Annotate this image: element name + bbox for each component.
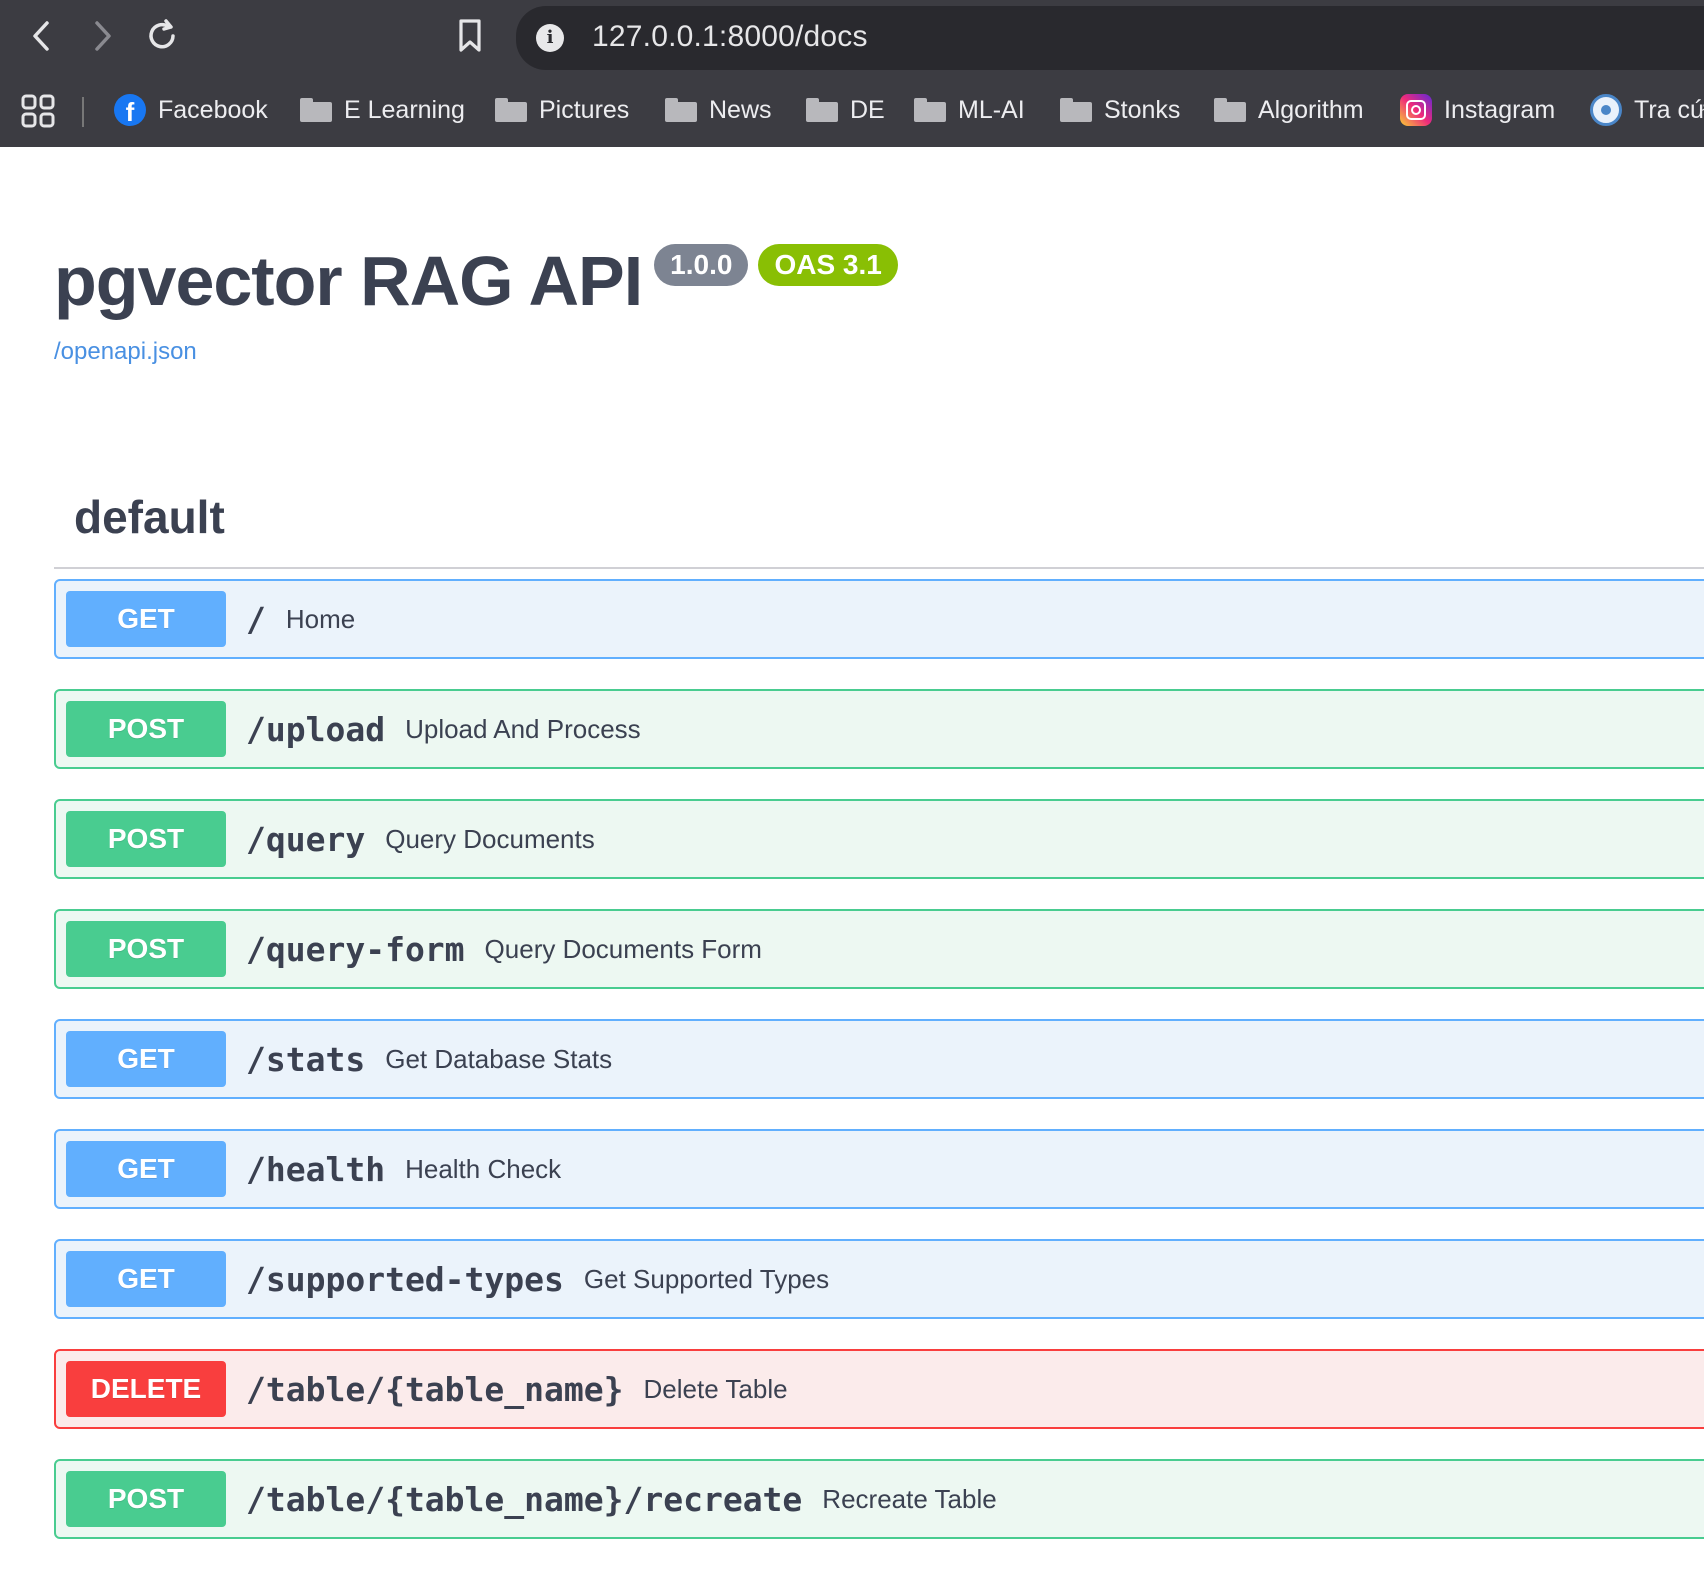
facebook-icon: f bbox=[114, 94, 146, 126]
operation-path: /upload bbox=[246, 709, 386, 749]
bookmark-label: Algorithm bbox=[1258, 95, 1364, 124]
operation-delete-table[interactable]: DELETE /table/{table_name} Delete Table bbox=[54, 1349, 1704, 1429]
method-badge: DELETE bbox=[66, 1361, 226, 1417]
tag-section-title[interactable]: default bbox=[74, 490, 225, 544]
operation-post-upload[interactable]: POST /upload Upload And Process bbox=[54, 689, 1704, 769]
chevron-left-icon bbox=[30, 20, 54, 52]
method-badge: GET bbox=[66, 591, 226, 647]
operation-summary: Get Database Stats bbox=[385, 1043, 613, 1074]
operation-post-recreate-table[interactable]: POST /table/{table_name}/recreate Recrea… bbox=[54, 1459, 1704, 1539]
bookmark-de[interactable]: DE bbox=[806, 90, 885, 130]
operation-get-supported-types[interactable]: GET /supported-types Get Supported Types bbox=[54, 1239, 1704, 1319]
folder-icon bbox=[665, 98, 697, 122]
bookmarks-separator bbox=[82, 97, 84, 127]
method-badge: GET bbox=[66, 1251, 226, 1307]
operation-path: /table/{table_name}/recreate bbox=[246, 1479, 803, 1519]
api-info: pgvector RAG API 1.0.0 OAS 3.1 bbox=[54, 242, 898, 320]
bookmark-label: DE bbox=[850, 95, 885, 124]
bookmark-ml-ai[interactable]: ML-AI bbox=[914, 90, 1025, 130]
operation-summary: Health Check bbox=[405, 1153, 562, 1184]
method-badge: POST bbox=[66, 701, 226, 757]
bookmark-instagram[interactable]: Instagram bbox=[1400, 90, 1555, 130]
operation-get-stats[interactable]: GET /stats Get Database Stats bbox=[54, 1019, 1704, 1099]
operation-path: /table/{table_name} bbox=[246, 1369, 624, 1409]
operation-get-home[interactable]: GET / Home bbox=[54, 579, 1704, 659]
folder-icon bbox=[1060, 98, 1092, 122]
api-title: pgvector RAG API bbox=[54, 242, 643, 320]
version-badge: 1.0.0 bbox=[654, 244, 749, 286]
method-badge: POST bbox=[66, 811, 226, 867]
bookmark-label: News bbox=[709, 95, 772, 124]
folder-icon bbox=[495, 98, 527, 122]
folder-icon bbox=[914, 98, 946, 122]
forward-button[interactable] bbox=[80, 14, 124, 58]
folder-icon bbox=[806, 98, 838, 122]
operation-path: / bbox=[246, 599, 266, 639]
address-bar-url[interactable]: 127.0.0.1:8000/docs bbox=[592, 20, 868, 54]
bookmark-icon bbox=[456, 18, 484, 54]
operation-summary: Recreate Table bbox=[822, 1483, 997, 1514]
folder-icon bbox=[300, 98, 332, 122]
operation-path: /supported-types bbox=[246, 1259, 564, 1299]
bookmark-news[interactable]: News bbox=[665, 90, 772, 130]
bookmark-tra-cuu[interactable]: Tra cứ bbox=[1590, 90, 1704, 130]
instagram-icon bbox=[1400, 94, 1432, 126]
bookmark-e-learning[interactable]: E Learning bbox=[300, 90, 465, 130]
operation-post-query[interactable]: POST /query Query Documents bbox=[54, 799, 1704, 879]
apps-button[interactable] bbox=[20, 93, 56, 134]
bookmarks-bar: f Facebook E Learning Pictures News DE M… bbox=[0, 75, 1704, 147]
operation-path: /query-form bbox=[246, 929, 465, 969]
operation-path: /query bbox=[246, 819, 366, 859]
method-badge: POST bbox=[66, 1471, 226, 1527]
reload-icon bbox=[144, 18, 180, 54]
bookmark-label: E Learning bbox=[344, 95, 465, 124]
bookmark-label: ML-AI bbox=[958, 95, 1025, 124]
reload-button[interactable] bbox=[140, 14, 184, 58]
government-icon bbox=[1590, 94, 1622, 126]
apps-grid-icon bbox=[20, 94, 56, 133]
browser-toolbar: i 127.0.0.1:8000/docs bbox=[0, 0, 1704, 75]
bookmark-label: Stonks bbox=[1104, 95, 1181, 124]
method-badge: GET bbox=[66, 1031, 226, 1087]
operation-summary: Home bbox=[285, 603, 356, 634]
method-badge: GET bbox=[66, 1141, 226, 1197]
oas-badge: OAS 3.1 bbox=[758, 244, 898, 286]
operation-summary: Query Documents bbox=[385, 823, 595, 854]
method-badge: POST bbox=[66, 921, 226, 977]
site-info-icon[interactable]: i bbox=[536, 24, 564, 52]
bookmark-facebook[interactable]: f Facebook bbox=[114, 90, 268, 130]
operation-summary: Upload And Process bbox=[405, 713, 641, 744]
divider bbox=[54, 567, 1704, 569]
folder-icon bbox=[1214, 98, 1246, 122]
bookmark-stonks[interactable]: Stonks bbox=[1060, 90, 1180, 130]
operation-summary: Get Supported Types bbox=[583, 1263, 830, 1294]
operation-post-query-form[interactable]: POST /query-form Query Documents Form bbox=[54, 909, 1704, 989]
bookmark-algorithm[interactable]: Algorithm bbox=[1214, 90, 1364, 130]
back-button[interactable] bbox=[20, 14, 64, 58]
operation-path: /health bbox=[246, 1149, 386, 1189]
openapi-spec-link[interactable]: /openapi.json bbox=[54, 338, 197, 366]
operation-summary: Delete Table bbox=[643, 1373, 788, 1404]
chevron-right-icon bbox=[90, 20, 114, 52]
bookmark-label: Instagram bbox=[1444, 95, 1556, 124]
bookmark-label: Pictures bbox=[539, 95, 630, 124]
bookmark-pictures[interactable]: Pictures bbox=[495, 90, 629, 130]
operation-get-health[interactable]: GET /health Health Check bbox=[54, 1129, 1704, 1209]
address-bar[interactable]: i 127.0.0.1:8000/docs bbox=[516, 6, 1704, 70]
bookmark-button[interactable] bbox=[448, 14, 492, 58]
bookmark-label: Facebook bbox=[158, 95, 268, 124]
operation-path: /stats bbox=[246, 1039, 366, 1079]
bookmark-label: Tra cứ bbox=[1634, 95, 1704, 124]
operation-summary: Query Documents Form bbox=[484, 933, 762, 964]
